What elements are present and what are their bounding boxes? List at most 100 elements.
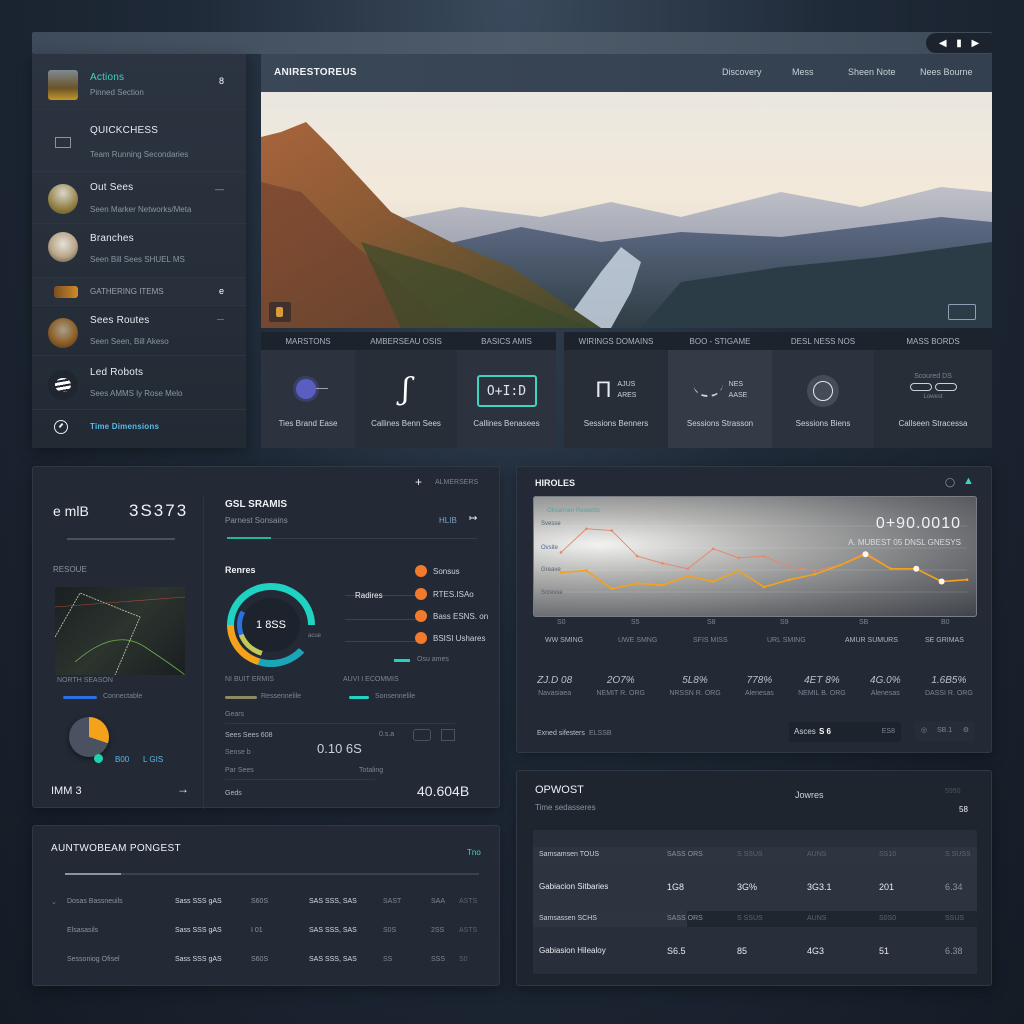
data-point[interactable] xyxy=(838,563,842,567)
category-label: SE GRIMAS xyxy=(925,637,964,644)
table-cell: 51 xyxy=(879,946,890,956)
data-point[interactable] xyxy=(711,580,715,583)
feature-tile[interactable]: Ties Brand Ease xyxy=(261,350,355,448)
chart-title: HIROLES xyxy=(535,478,576,488)
table-header-cell: Samsassen SCHS xyxy=(539,915,597,922)
project-row-cell: SAS SSS, SAS xyxy=(309,898,357,905)
window-title-bar xyxy=(32,32,992,54)
zoom-control[interactable]: ◎ SB.1 ⚙ xyxy=(915,721,975,741)
row-label: Par Sees xyxy=(225,767,254,774)
divider xyxy=(67,538,175,540)
map-thumbnail[interactable] xyxy=(55,587,185,675)
zoom-value: SB.1 xyxy=(937,727,953,734)
sidebar-item-subtitle: Seen Bill Sees SHUEL MS xyxy=(90,255,185,264)
filter-input[interactable]: Asces S 6 ES8 xyxy=(789,722,901,742)
sidebar-item[interactable]: Sees Routes Seen Seen, Bill Akeso — xyxy=(32,306,246,356)
data-point[interactable] xyxy=(610,587,614,591)
display-icon: O+I:D xyxy=(476,375,537,407)
gallery-icon[interactable] xyxy=(269,302,291,322)
data-point[interactable] xyxy=(813,572,817,576)
data-point[interactable] xyxy=(585,569,588,572)
mini-stat-label: NI BUIT ERMIS xyxy=(225,676,274,683)
plus-icon[interactable]: + xyxy=(415,475,422,489)
data-point[interactable] xyxy=(635,554,639,558)
tile-sub-label: AJUS xyxy=(617,381,636,388)
stop-icon[interactable]: ▮ xyxy=(956,38,962,49)
sidebar-item[interactable]: Actions Pinned Section 8 xyxy=(32,54,246,110)
alert-icon[interactable]: ▲ xyxy=(963,475,974,487)
data-point[interactable] xyxy=(788,578,791,581)
nav-link[interactable]: Sheen Note xyxy=(848,67,896,77)
sidebar-item[interactable]: Out Sees Seen Marker Networks/Meta — xyxy=(32,172,246,224)
chart-headline-value: 0+90.0010 xyxy=(875,515,961,532)
data-point[interactable] xyxy=(762,585,766,589)
info-icon[interactable]: ◎ xyxy=(921,726,927,734)
divider xyxy=(345,619,417,620)
sidebar-item[interactable]: QUICKCHESS Team Running Secondaries xyxy=(32,110,246,172)
table-header-cell: AUNS xyxy=(807,851,827,858)
data-point[interactable] xyxy=(635,582,639,585)
data-point[interactable] xyxy=(813,569,817,572)
gs-title: GSL SRAMIS xyxy=(225,499,288,510)
expand-button[interactable] xyxy=(441,729,455,741)
data-point[interactable] xyxy=(711,547,715,551)
data-point[interactable] xyxy=(889,567,893,571)
fullscreen-icon[interactable] xyxy=(948,304,976,320)
data-point[interactable] xyxy=(862,551,869,558)
project-link[interactable]: Tno xyxy=(467,848,481,857)
legend-dot xyxy=(415,565,427,577)
sidebar-item[interactable]: Time Dimensions xyxy=(32,410,246,448)
share-icon[interactable]: ↦ xyxy=(469,513,477,524)
nav-link[interactable]: Discovery xyxy=(722,67,762,77)
data-point[interactable] xyxy=(938,578,945,585)
mini-stat-legend: Ressennelile xyxy=(261,693,302,700)
table-cell: S6.5 xyxy=(667,946,686,956)
next-icon[interactable]: ▶ xyxy=(971,38,979,49)
legend-dot xyxy=(415,632,427,644)
data-point[interactable] xyxy=(610,529,614,532)
feature-tile[interactable]: Π AJUS ARES Sessions Benners xyxy=(564,350,668,448)
sidebar-item[interactable]: Branches Seen Bill Sees SHUEL MS xyxy=(32,224,246,278)
data-point[interactable] xyxy=(788,565,791,569)
add-link[interactable]: ALMERSERS xyxy=(435,479,478,486)
sun-bulb-icon xyxy=(286,373,330,407)
data-point[interactable] xyxy=(762,554,766,558)
data-point[interactable] xyxy=(661,562,664,565)
sidebar-item[interactable]: GATHERING ITEMS e xyxy=(32,278,246,306)
data-point[interactable] xyxy=(913,565,920,572)
nav-link[interactable]: Nees Bourne xyxy=(920,67,973,77)
data-point[interactable] xyxy=(686,574,690,578)
settings-icon[interactable]: ◯ xyxy=(945,477,955,488)
nav-link[interactable]: Mess xyxy=(792,67,814,77)
project-row-cell: SAA xyxy=(431,898,446,905)
data-point[interactable] xyxy=(737,569,740,572)
y-tick-label: Greave xyxy=(541,567,561,573)
tile-sub-label: Lowest xyxy=(923,394,943,400)
data-point[interactable] xyxy=(585,527,588,531)
prev-icon[interactable]: ◀ xyxy=(939,38,947,49)
mini-stat-legend: Sonsennelile xyxy=(375,693,416,700)
feature-tile[interactable]: ʃ Callines Benn Sees xyxy=(355,350,457,448)
toggle-button[interactable] xyxy=(413,729,431,741)
sidebar-item[interactable]: Led Robots Sees AMMS ly Rose Melo xyxy=(32,356,246,410)
data-point[interactable] xyxy=(686,567,690,571)
data-point[interactable] xyxy=(559,551,563,554)
arrow-right-icon[interactable]: → xyxy=(177,782,189,796)
stat-value: 4ET 8% xyxy=(804,675,840,686)
chevron-down-icon[interactable]: ⌄ xyxy=(51,898,57,906)
data-point[interactable] xyxy=(965,578,969,581)
stat-item: 778% Alenesas xyxy=(745,675,774,697)
feature-tile[interactable]: Scoured DS Lowest Callseen Stracessa xyxy=(874,350,992,448)
stat-item: 4ET 8% NEMIL B. ORG xyxy=(798,675,846,697)
gear-icon[interactable]: ⚙ xyxy=(963,726,969,734)
data-point[interactable] xyxy=(737,556,740,560)
feature-tile[interactable]: Sessions Biens xyxy=(772,350,874,448)
data-point[interactable] xyxy=(661,583,664,587)
toggle-label: 0.s.a xyxy=(379,731,395,738)
stat-item: 5L8% NRSSN R. ORG xyxy=(669,675,720,697)
divider xyxy=(225,723,455,724)
feature-tile[interactable]: O+I:D Callines Benasees xyxy=(457,350,556,448)
feature-tile[interactable]: NES AASE Sessions Strasson xyxy=(668,350,772,448)
table-right-hint: 5950 xyxy=(945,788,961,795)
sidebar-item-title[interactable]: Time Dimensions xyxy=(90,422,159,431)
